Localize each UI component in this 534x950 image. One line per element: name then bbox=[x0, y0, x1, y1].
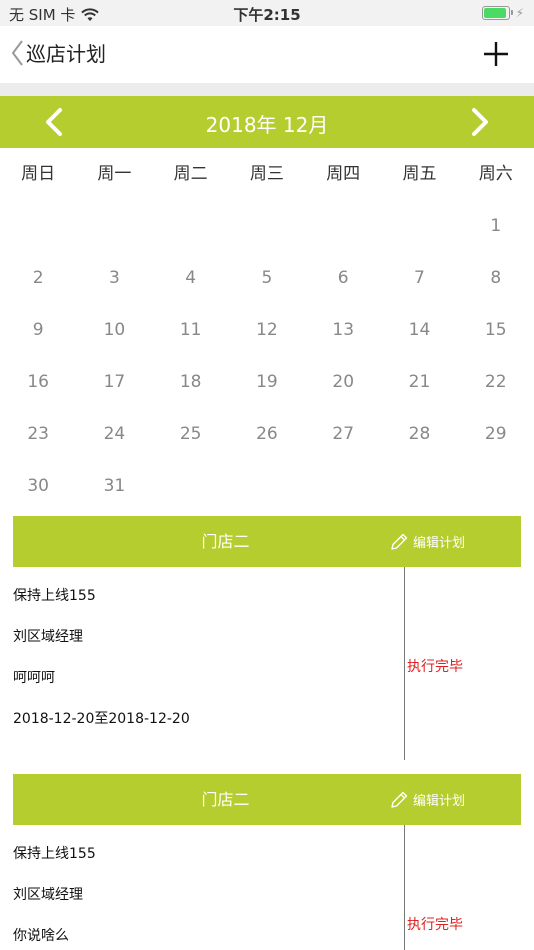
day-cell[interactable]: 16 bbox=[0, 356, 76, 408]
day-cell bbox=[76, 200, 152, 252]
day-cell bbox=[153, 460, 229, 512]
plan-card-header: 门店二 编辑计划 bbox=[13, 516, 521, 567]
charging-icon: ⚡ bbox=[515, 6, 524, 20]
plan-title: 保持上线155 bbox=[13, 588, 96, 604]
day-cell bbox=[305, 200, 381, 252]
day-cell[interactable]: 31 bbox=[76, 460, 152, 512]
day-cell[interactable]: 3 bbox=[76, 252, 152, 304]
calendar-header: 2018年 12月 bbox=[0, 96, 534, 148]
day-cell[interactable]: 23 bbox=[0, 408, 76, 460]
calendar-day-grid: 1 2 3 4 5 6 7 8 9 10 11 12 13 14 15 16 1… bbox=[0, 200, 534, 512]
day-cell[interactable]: 6 bbox=[305, 252, 381, 304]
store-name: 门店二 bbox=[201, 532, 250, 551]
plan-note: 你说啥么 bbox=[13, 928, 69, 944]
day-cell[interactable]: 5 bbox=[229, 252, 305, 304]
edit-plan-label: 编辑计划 bbox=[413, 536, 466, 551]
edit-plan-label: 编辑计划 bbox=[413, 794, 466, 809]
plan-card-body: 保持上线155 刘区域经理 呵呵呵 2018-12-20至2018-12-20 … bbox=[13, 567, 521, 760]
day-cell[interactable]: 14 bbox=[381, 304, 457, 356]
day-cell bbox=[305, 460, 381, 512]
weekday-label: 周六 bbox=[478, 164, 513, 184]
day-cell[interactable]: 29 bbox=[458, 408, 534, 460]
week-row: 1 bbox=[0, 200, 534, 252]
plan-card-header: 门店二 编辑计划 bbox=[13, 774, 521, 825]
day-cell bbox=[0, 200, 76, 252]
plan-card-body: 保持上线155 刘区域经理 你说啥么 执行完毕 bbox=[13, 825, 521, 950]
day-cell bbox=[458, 460, 534, 512]
week-row: 30 31 bbox=[0, 460, 534, 512]
day-cell[interactable]: 8 bbox=[458, 252, 534, 304]
day-cell bbox=[381, 460, 457, 512]
plan-title: 保持上线155 bbox=[13, 846, 96, 862]
day-cell[interactable]: 26 bbox=[229, 408, 305, 460]
plan-manager: 刘区域经理 bbox=[13, 887, 83, 903]
day-cell[interactable]: 12 bbox=[229, 304, 305, 356]
pencil-icon bbox=[391, 791, 408, 808]
plan-manager: 刘区域经理 bbox=[13, 629, 83, 645]
day-cell[interactable]: 19 bbox=[229, 356, 305, 408]
nav-bar: 巡店计划 bbox=[0, 26, 534, 84]
weekday-row: 周日 周一 周二 周三 周四 周五 周六 bbox=[0, 148, 534, 200]
weekday-label: 周五 bbox=[402, 164, 437, 184]
section-gap bbox=[0, 83, 534, 96]
day-cell[interactable]: 7 bbox=[381, 252, 457, 304]
pencil-icon bbox=[391, 533, 408, 550]
battery-fill bbox=[483, 8, 506, 18]
day-cell[interactable]: 9 bbox=[0, 304, 76, 356]
plan-card: 门店二 编辑计划 保持上线155 刘区域经理 呵呵呵 2018-12-20至20… bbox=[13, 516, 521, 760]
day-cell bbox=[229, 200, 305, 252]
weekday-label: 周四 bbox=[326, 164, 361, 184]
day-cell[interactable]: 2 bbox=[0, 252, 76, 304]
next-month-icon[interactable] bbox=[464, 107, 494, 137]
day-cell[interactable]: 25 bbox=[153, 408, 229, 460]
vertical-divider bbox=[404, 825, 405, 950]
day-cell bbox=[153, 200, 229, 252]
day-cell[interactable]: 10 bbox=[76, 304, 152, 356]
day-cell[interactable]: 21 bbox=[381, 356, 457, 408]
edit-plan-button[interactable]: 编辑计划 bbox=[389, 516, 465, 567]
weekday-label: 周二 bbox=[173, 164, 208, 184]
calendar-month-title: 2018年 12月 bbox=[205, 113, 329, 137]
status-right: ⚡ bbox=[481, 6, 524, 20]
day-cell[interactable]: 4 bbox=[153, 252, 229, 304]
week-row: 9 10 11 12 13 14 15 bbox=[0, 304, 534, 356]
weekday-label: 周三 bbox=[249, 164, 284, 184]
day-cell[interactable]: 22 bbox=[458, 356, 534, 408]
week-row: 2 3 4 5 6 7 8 bbox=[0, 252, 534, 304]
plan-date-range: 2018-12-20至2018-12-20 bbox=[13, 711, 190, 727]
day-cell[interactable]: 17 bbox=[76, 356, 152, 408]
day-cell[interactable]: 28 bbox=[381, 408, 457, 460]
status-bar: 无 SIM 卡 下午2:15 ⚡ bbox=[0, 0, 534, 26]
back-button[interactable]: 巡店计划 bbox=[10, 38, 106, 67]
day-cell bbox=[229, 460, 305, 512]
page-title: 巡店计划 bbox=[26, 42, 106, 66]
day-cell[interactable]: 15 bbox=[458, 304, 534, 356]
weekday-label: 周日 bbox=[21, 164, 56, 184]
week-row: 16 17 18 19 20 21 22 bbox=[0, 356, 534, 408]
day-cell[interactable]: 1 bbox=[458, 200, 534, 252]
chevron-left-icon bbox=[11, 39, 23, 66]
edit-plan-button[interactable]: 编辑计划 bbox=[389, 774, 465, 825]
status-time: 下午2:15 bbox=[233, 6, 301, 24]
week-row: 23 24 25 26 27 28 29 bbox=[0, 408, 534, 460]
day-cell[interactable]: 11 bbox=[153, 304, 229, 356]
day-cell bbox=[381, 200, 457, 252]
plan-status: 执行完毕 bbox=[407, 917, 463, 933]
day-cell[interactable]: 13 bbox=[305, 304, 381, 356]
plan-status: 执行完毕 bbox=[407, 659, 463, 675]
plus-icon[interactable] bbox=[482, 40, 510, 68]
plan-note: 呵呵呵 bbox=[13, 670, 55, 686]
battery-icon bbox=[481, 6, 513, 20]
store-name: 门店二 bbox=[201, 790, 250, 809]
day-cell[interactable]: 27 bbox=[305, 408, 381, 460]
plan-card: 门店二 编辑计划 保持上线155 刘区域经理 你说啥么 执行完毕 bbox=[13, 774, 521, 950]
day-cell[interactable]: 30 bbox=[0, 460, 76, 512]
day-cell[interactable]: 20 bbox=[305, 356, 381, 408]
vertical-divider bbox=[404, 567, 405, 760]
day-cell[interactable]: 18 bbox=[153, 356, 229, 408]
weekday-label: 周一 bbox=[97, 164, 132, 184]
day-cell[interactable]: 24 bbox=[76, 408, 152, 460]
